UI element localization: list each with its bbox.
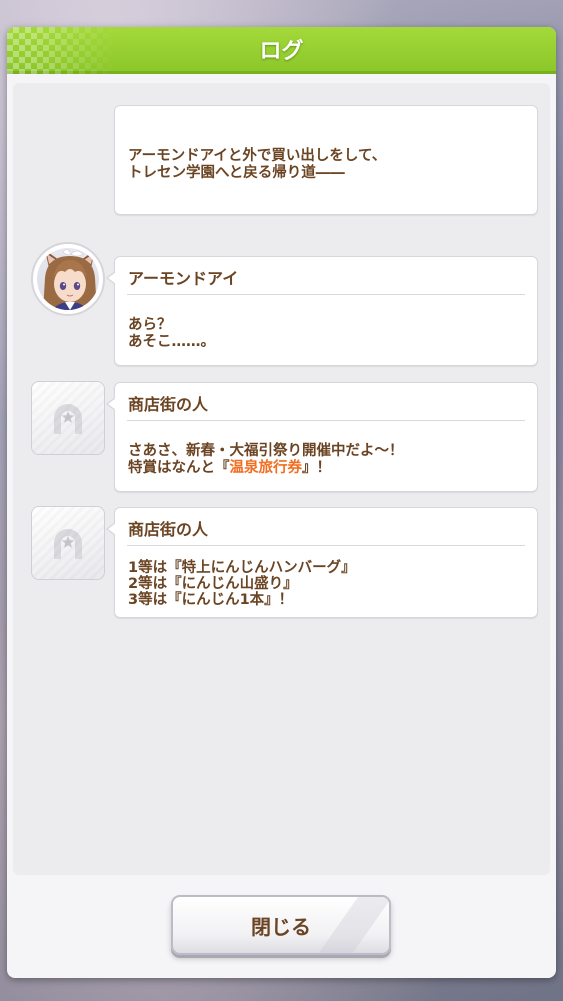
dialogue-line: 1等は『特上にんじんハンバーグ』	[128, 560, 356, 576]
dialogue-bubble: 商店街の人 さあさ、新春・大福引祭り開催中だよ～！ 特賞はなんと『温泉旅行券』！	[106, 382, 538, 492]
speaker-name: 商店街の人	[128, 520, 209, 539]
close-button-wrap: 閉じる	[171, 895, 391, 955]
narration-bubble: アーモンドアイと外で買い出しをして、 トレセン学園へと戻る帰り道――	[114, 105, 538, 215]
divider	[127, 420, 525, 421]
character-portrait	[31, 242, 105, 316]
log-list[interactable]: アーモンドアイと外で買い出しをして、 トレセン学園へと戻る帰り道―― アーモンド…	[13, 83, 550, 875]
divider	[127, 545, 525, 546]
highlighted-text: 温泉旅行券	[229, 460, 303, 476]
character-portrait-image	[37, 248, 99, 310]
horseshoe-placeholder-icon	[54, 404, 82, 434]
close-button[interactable]: 閉じる	[171, 895, 391, 955]
dialog-title: ログ	[259, 39, 304, 64]
divider	[127, 294, 525, 295]
dialogue-line: さあさ、新春・大福引祭り開催中だよ～！	[128, 443, 404, 459]
speaker-name: 商店街の人	[128, 395, 209, 414]
speaker-name: アーモンドアイ	[128, 269, 239, 288]
dialogue-bubble: アーモンドアイ あら？ あそこ……。	[106, 256, 538, 366]
narration-line: アーモンドアイと外で買い出しをして、	[128, 148, 387, 164]
dialogue-line: 特賞はなんと『温泉旅行券』！	[128, 460, 331, 476]
horseshoe-placeholder-icon	[54, 529, 82, 559]
dialogue-line: あら？	[128, 317, 172, 333]
header-pattern	[7, 27, 117, 74]
dialogue-line: 3等は『にんじん1本』！	[128, 592, 294, 608]
dialogue-line: 2等は『にんじん山盛り』	[128, 576, 298, 592]
dialog-header: ログ	[7, 27, 556, 74]
avatar-placeholder	[31, 381, 105, 455]
dialogue-line: あそこ……。	[128, 334, 215, 350]
avatar-placeholder	[31, 506, 105, 580]
log-dialog: ログ アーモンドアイと外で買い出しをして、 トレセン学園へと戻る帰り道―― アー…	[7, 27, 556, 978]
character-portrait-icon	[43, 249, 97, 310]
narration-line: トレセン学園へと戻る帰り道――	[128, 165, 345, 181]
dialogue-bubble: 商店街の人 1等は『特上にんじんハンバーグ』 2等は『にんじん山盛り』 3等は『…	[106, 507, 538, 618]
close-button-label: 閉じる	[251, 914, 311, 939]
